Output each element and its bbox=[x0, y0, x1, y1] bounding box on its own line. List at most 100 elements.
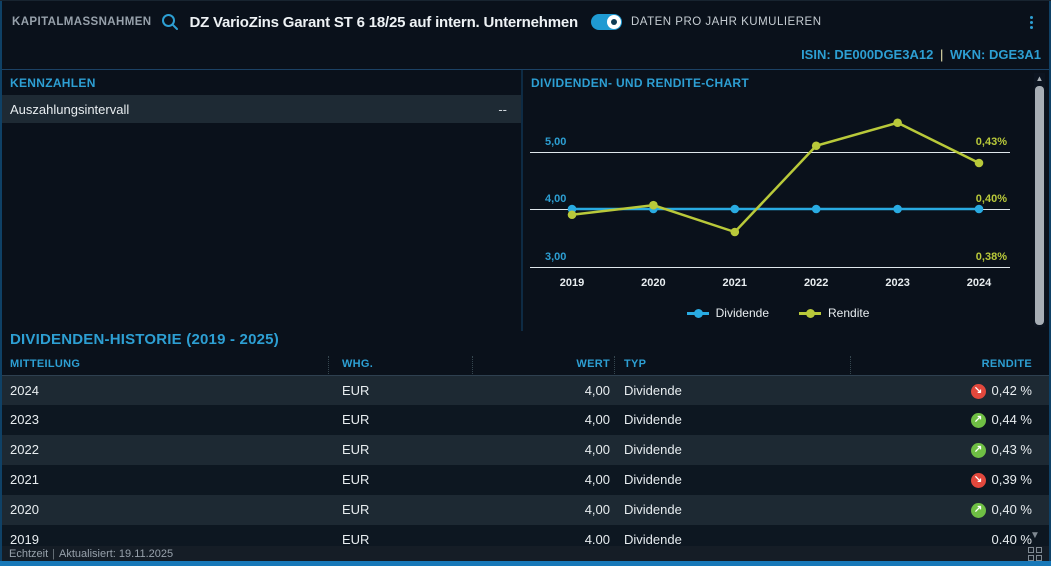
rendite-cell: ↗ 0,40 % bbox=[832, 495, 1032, 525]
instrument-ids: ISIN: DE000DGE3A12 | WKN: DGE3A1 bbox=[801, 47, 1041, 62]
kennzahlen-title: KENNZAHLEN bbox=[2, 70, 521, 95]
type-cell: Dividende bbox=[624, 435, 682, 465]
value-cell: 4,00 bbox=[472, 405, 610, 435]
footer-separator: | bbox=[48, 548, 59, 560]
legend-label: Dividende bbox=[716, 306, 769, 320]
history-table-body: 2024 EUR 4,00 Dividende ↘ 0,42 % 2023 EUR 4,00 Di… bbox=[2, 375, 1049, 555]
mitteilung-cell: 2023 bbox=[10, 405, 39, 435]
rendite-cell: ↘0,39 % bbox=[832, 465, 1032, 495]
legend-item-rendite[interactable]: Rendite bbox=[799, 306, 869, 320]
kennzahl-label: Auszahlungsintervall bbox=[10, 102, 129, 117]
table-row[interactable]: 2024EUR4,00Dividende↘0,42 % bbox=[2, 375, 1049, 405]
dividende-data-point[interactable] bbox=[812, 205, 821, 214]
cumulate-toggle-label: DATEN PRO JAHR KUMULIEREN bbox=[631, 16, 822, 28]
type-cell: Dividende bbox=[624, 376, 682, 406]
kennzahlen-row-auszahlungsintervall[interactable]: Auszahlungsintervall -- bbox=[2, 95, 521, 123]
type-cell: Dividende bbox=[624, 495, 682, 525]
rendite-cell: ↗ 0,43 % bbox=[832, 435, 1032, 465]
mitteilung-cell: 2024 bbox=[10, 376, 39, 406]
dividend-chart-panel: DIVIDENDEN- UND RENDITE-CHART 5,000,43%4… bbox=[521, 70, 1049, 331]
trend-up-arrow-icon: ↗ bbox=[971, 503, 986, 518]
table-row[interactable]: 2021 EUR 4,00 Dividende ↘0,39 % bbox=[2, 465, 1049, 495]
rendite-value: 0,39 % bbox=[992, 465, 1032, 495]
rendite-data-point[interactable] bbox=[649, 201, 658, 210]
table-scroll-down-icon[interactable]: ▼ bbox=[1030, 530, 1040, 541]
toggle-knob-icon bbox=[607, 15, 621, 29]
updated-label: Aktualisiert: 19.11.2025 bbox=[59, 548, 173, 560]
table-row[interactable]: 2022EUR4,00Dividende↗0,43 % bbox=[2, 435, 1049, 465]
history-table-header: MITTEILUNG WHG. WERT TYP RENDITE bbox=[2, 355, 1049, 375]
column-header-whg[interactable]: WHG. bbox=[342, 358, 373, 370]
column-separator bbox=[614, 356, 615, 374]
currency-cell: EUR bbox=[342, 435, 369, 465]
legend-item-dividende[interactable]: Dividende bbox=[687, 306, 769, 320]
rendite-data-point[interactable] bbox=[975, 159, 984, 168]
dividende-data-point[interactable] bbox=[893, 205, 902, 214]
status-footer: Echtzeit|Aktualisiert: 19.11.2025 bbox=[2, 546, 1049, 562]
column-separator bbox=[850, 356, 851, 374]
currency-cell: EUR bbox=[342, 495, 369, 525]
top-toolbar: KAPITALMASSNAHMEN DZ VarioZins Garant ST… bbox=[2, 2, 1049, 42]
column-header-mitteilung[interactable]: MITTEILUNG bbox=[10, 358, 80, 370]
rendite-line bbox=[572, 123, 979, 232]
column-separator bbox=[472, 356, 473, 374]
isin-label: ISIN: bbox=[801, 47, 831, 62]
value-cell: 4,00 bbox=[472, 435, 610, 465]
dividende-data-point[interactable] bbox=[975, 205, 984, 214]
chart-series-svg bbox=[523, 70, 1049, 302]
rendite-cell: ↗0,44 % bbox=[832, 405, 1032, 435]
value-cell: 4,00 bbox=[472, 495, 610, 525]
mitteilung-cell: 2021 bbox=[10, 465, 39, 495]
rendite-data-point[interactable] bbox=[893, 118, 902, 127]
kennzahl-value: -- bbox=[498, 102, 507, 117]
rendite-cell: ↘ 0,42 % bbox=[832, 376, 1032, 406]
table-row[interactable]: 2020 EUR 4,00 Dividende ↗ 0,40 % bbox=[2, 495, 1049, 525]
instrument-title: DZ VarioZins Garant ST 6 18/25 auf inter… bbox=[189, 14, 577, 31]
type-cell: Dividende bbox=[624, 465, 682, 495]
chart-scrollbar[interactable]: ▲ bbox=[1034, 73, 1045, 327]
table-row[interactable]: 2023 EUR 4,00 Dividende ↗0,44 % bbox=[2, 405, 1049, 435]
wkn-value: DGE3A1 bbox=[989, 47, 1041, 62]
isin-value: DE000DGE3A12 bbox=[834, 47, 933, 62]
trend-up-arrow-icon: ↗ bbox=[971, 443, 986, 458]
search-icon[interactable] bbox=[160, 12, 180, 32]
rendite-value: 0,44 % bbox=[992, 405, 1032, 435]
rendite-data-point[interactable] bbox=[731, 228, 740, 237]
chart-legend: Dividende Rendite bbox=[523, 306, 1033, 320]
footer-status-text: Echtzeit|Aktualisiert: 19.11.2025 bbox=[9, 548, 173, 560]
realtime-label: Echtzeit bbox=[9, 548, 48, 560]
chart-plot-area: 5,000,43%4,000,40%3,000,38%2019202020212… bbox=[523, 70, 1049, 302]
rendite-value: 0,43 % bbox=[992, 435, 1032, 465]
currency-cell: EUR bbox=[342, 405, 369, 435]
scrollbar-thumb[interactable] bbox=[1035, 86, 1044, 325]
value-cell: 4,00 bbox=[472, 465, 610, 495]
rendite-data-point[interactable] bbox=[812, 141, 821, 150]
type-cell: Dividende bbox=[624, 405, 682, 435]
id-separator: | bbox=[937, 47, 946, 62]
rendite-data-point[interactable] bbox=[568, 210, 577, 219]
rendite-value: 0,42 % bbox=[992, 376, 1032, 406]
kebab-menu-icon[interactable] bbox=[1024, 12, 1039, 33]
module-label: KAPITALMASSNAHMEN bbox=[12, 16, 151, 28]
dividende-line-marker-icon bbox=[687, 309, 709, 318]
column-header-rendite[interactable]: RENDITE bbox=[850, 358, 1032, 370]
rendite-value: 0,40 % bbox=[992, 495, 1032, 525]
layout-grid-icon[interactable] bbox=[1028, 547, 1042, 561]
column-header-typ[interactable]: TYP bbox=[624, 358, 646, 370]
rendite-line-marker-icon bbox=[799, 309, 821, 318]
column-header-wert[interactable]: WERT bbox=[472, 358, 610, 370]
currency-cell: EUR bbox=[342, 465, 369, 495]
dividende-data-point[interactable] bbox=[731, 205, 740, 214]
cumulate-toggle[interactable] bbox=[591, 14, 622, 30]
scrollbar-up-arrow-icon[interactable]: ▲ bbox=[1034, 73, 1045, 84]
currency-cell: EUR bbox=[342, 376, 369, 406]
wkn-label: WKN: bbox=[950, 47, 985, 62]
window-border-bottom bbox=[0, 561, 1051, 566]
legend-label: Rendite bbox=[828, 306, 869, 320]
kennzahlen-panel: KENNZAHLEN Auszahlungsintervall -- bbox=[2, 70, 521, 331]
app-window: KAPITALMASSNAHMEN DZ VarioZins Garant ST… bbox=[0, 0, 1051, 566]
history-section-title: DIVIDENDEN-HISTORIE (2019 - 2025) bbox=[10, 331, 279, 348]
mitteilung-cell: 2020 bbox=[10, 495, 39, 525]
window-border-left bbox=[0, 1, 2, 566]
trend-down-arrow-icon: ↘ bbox=[971, 384, 986, 399]
